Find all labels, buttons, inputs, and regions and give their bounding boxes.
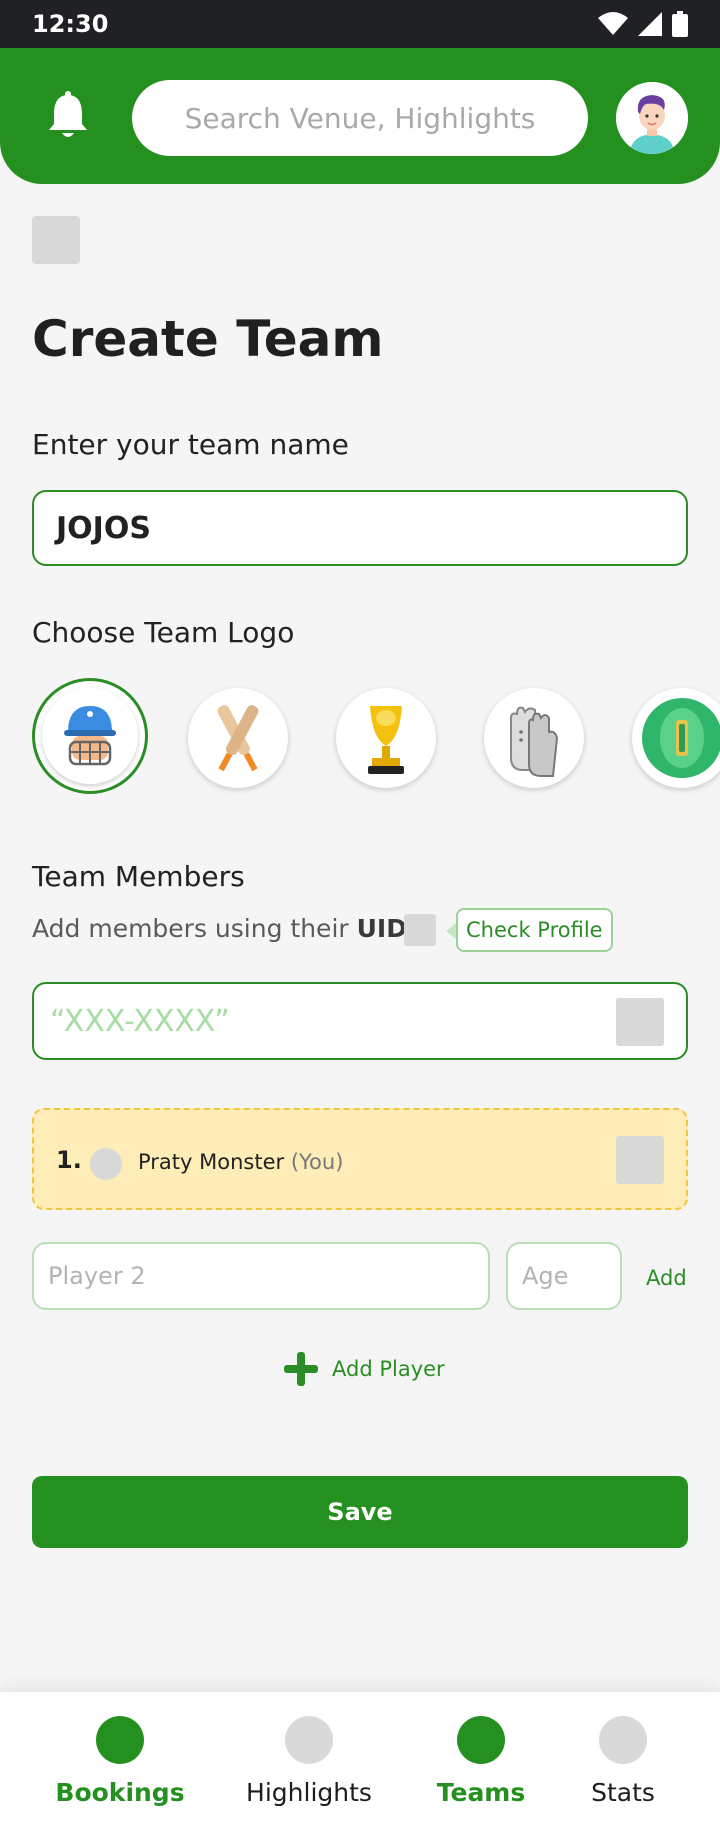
nav-bookings[interactable]: Bookings <box>55 1716 185 1807</box>
crossed-bats-icon <box>217 705 259 772</box>
nav-highlights[interactable]: Highlights <box>239 1716 379 1807</box>
bookings-icon <box>96 1716 144 1764</box>
team-members-label: Team Members <box>32 860 245 893</box>
cricket-helmet-icon <box>42 688 138 784</box>
logo-option-bats[interactable] <box>188 688 288 788</box>
nav-highlights-label: Highlights <box>246 1778 372 1807</box>
add-member-button[interactable]: Add <box>646 1266 687 1290</box>
status-time: 12:30 <box>32 10 109 38</box>
nav-stats-label: Stats <box>591 1778 655 1807</box>
team-name-input[interactable]: JOJOS <box>32 490 688 566</box>
cellular-signal-icon <box>638 12 662 36</box>
player-age-placeholder: Age <box>522 1262 569 1290</box>
uid-submit-icon[interactable] <box>616 998 664 1046</box>
logo-option-trophy[interactable] <box>336 688 436 788</box>
logo-option-gloves[interactable] <box>484 688 584 788</box>
check-profile-label: Check Profile <box>466 918 603 942</box>
add-player-button[interactable]: Add Player <box>284 1352 445 1386</box>
status-icons <box>598 11 688 37</box>
nav-teams[interactable]: Teams <box>426 1716 536 1807</box>
wifi-icon <box>598 12 628 35</box>
batting-gloves-icon <box>510 706 559 777</box>
nav-teams-label: Teams <box>436 1778 526 1807</box>
search-input[interactable]: Search Venue, Highlights <box>132 80 588 156</box>
member-number: 1. <box>56 1146 82 1174</box>
trophy-icon <box>368 706 404 774</box>
plus-icon <box>284 1352 318 1386</box>
member-name-row: Praty Monster (You) <box>138 1150 343 1174</box>
uid-input[interactable]: “XXX-XXXX” <box>32 982 688 1060</box>
battery-icon <box>672 11 688 37</box>
status-bar: 12:30 <box>0 0 720 48</box>
member-list-item: 1. Praty Monster (You) <box>32 1108 688 1210</box>
nav-stats[interactable]: Stats <box>578 1716 668 1807</box>
check-profile-tooltip[interactable]: Check Profile <box>446 908 613 952</box>
bottom-navigation: Bookings Highlights Teams Stats <box>0 1692 720 1834</box>
member-name: Praty Monster <box>138 1150 285 1174</box>
app-header: Search Venue, Highlights <box>0 48 720 184</box>
team-name-label: Enter your team name <box>32 428 349 461</box>
members-subtext-uid: UID <box>356 914 407 943</box>
logo-option-pitch[interactable] <box>632 688 720 788</box>
team-name-value: JOJOS <box>56 510 151 546</box>
add-player-label: Add Player <box>332 1357 445 1381</box>
player-age-input[interactable]: Age <box>506 1242 622 1310</box>
search-placeholder: Search Venue, Highlights <box>184 101 536 135</box>
save-button[interactable]: Save <box>32 1476 688 1548</box>
logo-option-helmet[interactable] <box>32 678 148 794</box>
nav-bookings-label: Bookings <box>55 1778 185 1807</box>
page-title: Create Team <box>32 310 384 368</box>
user-avatar[interactable] <box>616 82 688 154</box>
notification-bell-icon[interactable] <box>44 90 92 142</box>
back-button[interactable] <box>32 216 80 264</box>
player-name-input[interactable]: Player 2 <box>32 1242 490 1310</box>
team-logo-label: Choose Team Logo <box>32 616 295 649</box>
member-avatar <box>90 1148 122 1180</box>
members-subtext-prefix: Add members using their <box>32 914 349 943</box>
cricket-pitch-icon <box>642 698 720 778</box>
remove-member-icon[interactable] <box>616 1136 664 1184</box>
player-name-placeholder: Player 2 <box>48 1262 146 1290</box>
info-icon[interactable] <box>404 914 436 946</box>
stats-icon <box>599 1716 647 1764</box>
teams-icon <box>457 1716 505 1764</box>
members-subtext: Add members using their UID <box>32 914 407 943</box>
uid-placeholder: “XXX-XXXX” <box>50 1003 230 1039</box>
member-you-tag: (You) <box>290 1150 344 1174</box>
highlights-icon <box>285 1716 333 1764</box>
